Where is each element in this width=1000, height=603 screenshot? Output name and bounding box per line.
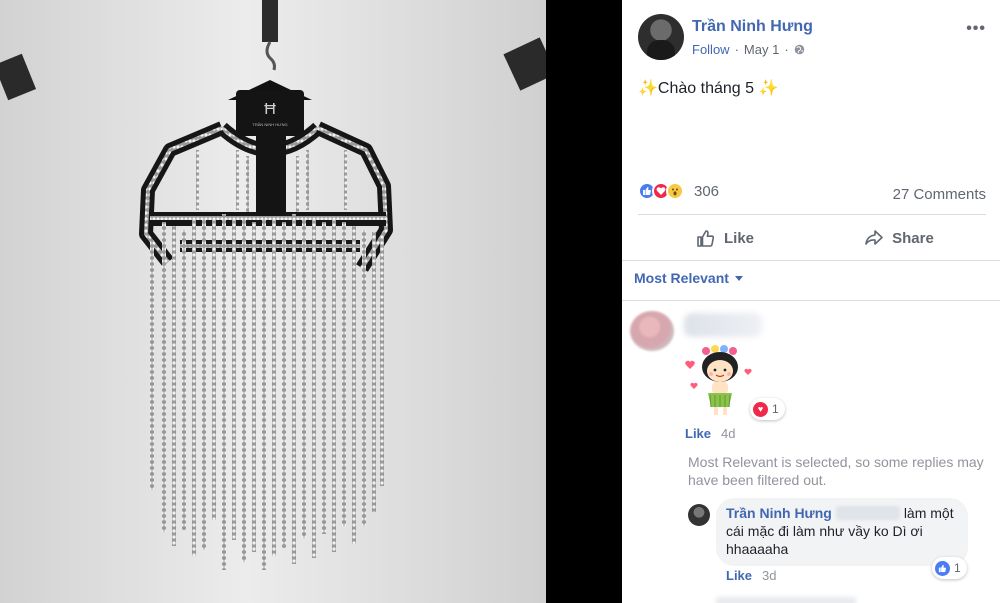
thumbs-up-icon [697,230,715,247]
sparkle-emoji: ✨ [638,80,658,97]
comment-reaction-badge[interactable]: ♥ 1 [750,398,785,420]
share-button-label: Share [892,229,934,247]
author-name[interactable]: Trần Ninh Hưng [692,18,813,36]
reply-reaction-badge[interactable]: 1 [932,557,967,579]
love-icon: ♥ [753,401,768,417]
tagged-name-blurred [835,506,900,520]
more-options-icon[interactable]: ••• [966,20,986,38]
comment-reaction-count: 1 [772,402,779,416]
post-caption: ✨Chào tháng 5 ✨ [638,78,778,98]
commenter-name-blurred [684,313,762,337]
reply-author-name[interactable]: Trần Ninh Hưng [726,505,832,521]
post-meta: Follow · May 1 · [692,42,805,57]
share-button[interactable]: Share [812,222,986,254]
next-reply-cut-off [716,597,856,603]
reactions-summary[interactable]: 306 27 Comments [638,180,986,204]
svg-text:Ħ: Ħ [264,101,276,118]
reaction-icons [638,182,684,200]
like-icon [935,560,950,576]
post-header: Trần Ninh Hưng Follow · May 1 · ••• [638,14,988,64]
comment-like-link[interactable]: Like [685,426,711,441]
hanger-label: TRẦN NINH HƯNG [252,122,287,127]
like-button[interactable]: Like [638,222,812,254]
comment-time[interactable]: 4d [721,426,735,441]
divider [638,214,986,215]
wow-icon [666,182,684,200]
sparkle-emoji-2: ✨ [758,80,779,97]
globe-icon [794,44,804,55]
post-date[interactable]: May 1 [744,42,779,57]
reply-author-avatar[interactable] [688,504,710,526]
author-avatar[interactable] [638,14,684,60]
post-side-panel: Trần Ninh Hưng Follow · May 1 · ••• ✨Chà… [622,0,1000,603]
meta-separator-2: · [784,42,789,57]
reply-reaction-count: 1 [954,561,961,575]
comments-list: ♥ 1 Like 4d Most Relevant is selected, s… [622,301,1000,603]
meta-separator: · [734,42,739,57]
photo-viewer: Ħ TRẦN NINH HƯNG [0,0,622,603]
comments-count-link[interactable]: 27 Comments [893,186,986,203]
follow-link[interactable]: Follow [692,42,730,57]
reply-like-link[interactable]: Like [726,568,752,583]
reply-bubble: Trần Ninh Hưng làm một cái mặc đi làm như… [716,498,968,566]
post-actions: Like Share [638,222,986,254]
share-arrow-icon [865,230,883,245]
reply-time[interactable]: 3d [762,568,776,583]
like-button-label: Like [723,229,754,247]
post-photo[interactable]: Ħ TRẦN NINH HƯNG [0,0,546,603]
comment-sort-dropdown[interactable]: Most Relevant [634,270,743,286]
sort-label: Most Relevant [634,270,729,286]
replies-filter-note: Most Relevant is selected, so some repli… [688,454,984,488]
caption-text: Chào tháng 5 [657,80,754,97]
commenter-avatar-blurred[interactable] [630,311,674,351]
chevron-down-icon [734,275,743,281]
comment-actions: Like 4d [685,426,735,441]
divider-2 [622,260,1000,261]
reaction-count: 306 [694,183,720,200]
reply-actions: Like 3d [726,568,776,583]
dress-illustration: Ħ TRẦN NINH HƯNG [0,0,546,603]
